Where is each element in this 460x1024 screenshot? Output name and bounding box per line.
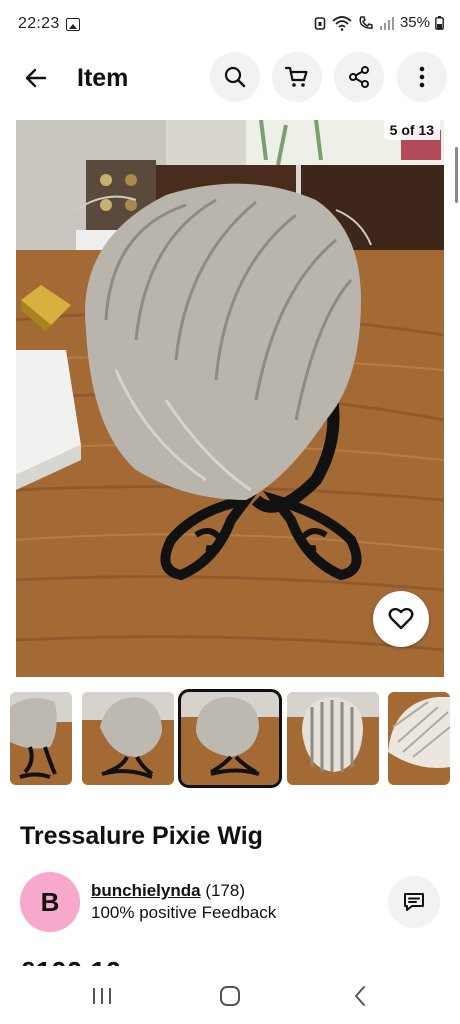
message-icon	[404, 893, 424, 911]
status-bar: 22:23 35%	[0, 0, 460, 50]
thumbnail-1[interactable]	[10, 692, 72, 785]
app-header: Item	[0, 52, 460, 104]
heart-icon	[388, 607, 414, 630]
thumbnail-3-selected[interactable]	[178, 689, 282, 788]
more-vertical-icon	[419, 66, 425, 88]
alarm-icon	[314, 16, 326, 30]
share-icon	[349, 66, 369, 88]
seller-feedback: 100% positive Feedback	[91, 903, 277, 922]
seller-username-link[interactable]: bunchielynda	[91, 881, 201, 900]
system-nav-bar	[0, 968, 460, 1024]
cart-button[interactable]	[272, 52, 322, 102]
photo-counter: 5 of 13	[383, 120, 440, 140]
item-title: Tressalure Pixie Wig	[20, 822, 263, 850]
contact-seller-button[interactable]	[388, 876, 440, 928]
seller-avatar[interactable]: B	[20, 872, 80, 932]
call-icon	[359, 15, 373, 29]
thumbnail-4[interactable]	[287, 692, 379, 785]
back-button[interactable]	[16, 58, 56, 98]
thumbnail-5[interactable]	[388, 692, 450, 785]
item-main-photo[interactable]: 5 of 13	[16, 120, 444, 677]
search-button[interactable]	[210, 52, 260, 102]
wifi-icon	[332, 15, 352, 31]
recents-icon	[93, 988, 111, 1004]
recents-button[interactable]	[82, 980, 122, 1012]
search-icon	[224, 66, 246, 88]
battery-icon	[435, 15, 444, 30]
gallery-icon	[66, 18, 80, 31]
home-button[interactable]	[210, 980, 250, 1012]
watch-button[interactable]	[373, 591, 429, 647]
seller-initial: B	[40, 886, 60, 917]
seller-rating-count: (178)	[205, 881, 245, 900]
back-icon	[355, 986, 365, 1006]
signal-icon	[379, 16, 394, 30]
back-arrow-icon	[25, 68, 47, 88]
status-time: 22:23	[18, 15, 60, 32]
system-back-button[interactable]	[340, 980, 380, 1012]
status-indicators: 35%	[314, 14, 444, 31]
scrollbar[interactable]	[455, 147, 458, 203]
battery-percent: 35%	[399, 14, 430, 31]
cart-icon	[284, 66, 308, 87]
thumbnail-2[interactable]	[82, 692, 174, 785]
share-button[interactable]	[334, 52, 384, 102]
item-price: £100.10	[20, 958, 200, 966]
wig-photo-illustration	[16, 120, 444, 677]
seller-info: bunchielynda (178)	[91, 881, 245, 901]
home-icon	[220, 986, 240, 1006]
more-options-button[interactable]	[397, 52, 447, 102]
page-title: Item	[77, 64, 129, 92]
price-partial: £100.10	[20, 958, 200, 966]
